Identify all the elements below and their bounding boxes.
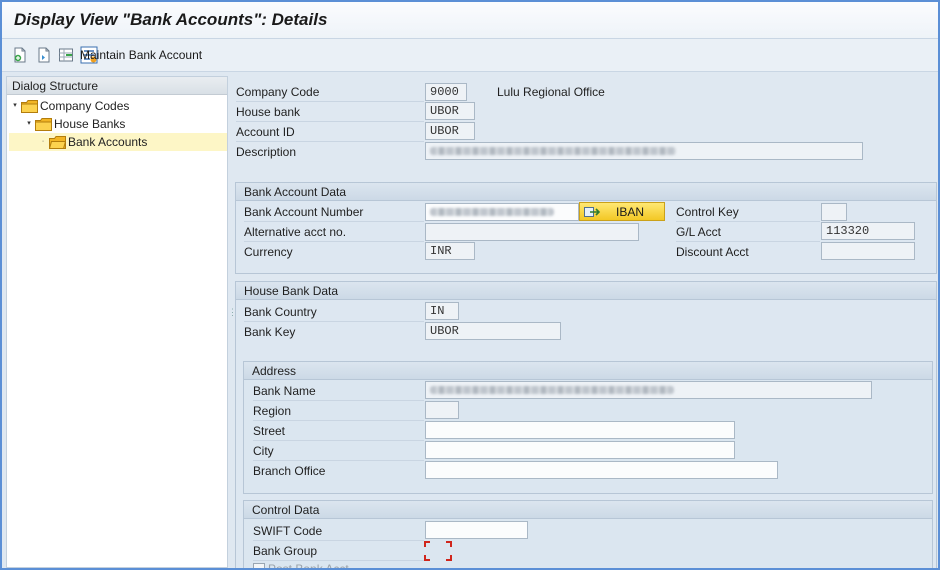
tree-item-label: Bank Accounts	[68, 135, 148, 149]
title-bar: Display View "Bank Accounts": Details	[2, 2, 938, 39]
folder-icon	[35, 117, 52, 131]
branch-office-field[interactable]	[425, 461, 778, 479]
discount-acct-field[interactable]	[821, 242, 915, 260]
currency-field[interactable]: INR	[425, 242, 475, 260]
bank-group-field[interactable]	[424, 541, 452, 561]
currency-label: Currency	[244, 245, 293, 259]
group-title: House Bank Data	[236, 282, 936, 300]
city-label: City	[253, 444, 274, 458]
house-bank-field[interactable]: UBOR	[425, 102, 475, 120]
bank-key-field[interactable]: UBOR	[425, 322, 561, 340]
page-title: Display View "Bank Accounts": Details	[14, 10, 328, 29]
bank-name-label: Bank Name	[253, 384, 316, 398]
application-toolbar: Maintain Bank Account	[2, 39, 938, 72]
copy-as-icon[interactable]	[36, 47, 52, 63]
region-field[interactable]	[425, 401, 459, 419]
company-name-text: Lulu Regional Office	[497, 85, 605, 99]
expand-triangle-icon[interactable]: ▾	[11, 97, 19, 115]
swift-code-label: SWIFT Code	[253, 524, 323, 538]
post-bank-acct-row: Post Bank Acct	[253, 562, 349, 570]
tree-item-bank-accounts[interactable]: · Bank Accounts	[9, 133, 227, 151]
swift-code-field[interactable]	[425, 521, 528, 539]
window-frame: Display View "Bank Accounts": Details Ma…	[0, 0, 940, 570]
bank-group-label: Bank Group	[253, 544, 318, 558]
tree-item-company-codes[interactable]: ▾ Company Codes	[11, 97, 129, 115]
group-title: Control Data	[244, 501, 932, 519]
account-id-label: Account ID	[236, 125, 295, 139]
gl-acct-label: G/L Acct	[676, 225, 721, 239]
post-bank-acct-checkbox[interactable]	[253, 563, 265, 568]
maintain-bank-account-label: Maintain Bank Account	[80, 48, 203, 62]
group-title: Bank Account Data	[236, 183, 936, 201]
bank-account-number-label: Bank Account Number	[244, 205, 364, 219]
region-label: Region	[253, 404, 292, 418]
iban-button-label: IBAN	[615, 204, 644, 219]
folder-icon	[21, 99, 38, 113]
redacted-text	[430, 208, 554, 216]
company-code-label: Company Code	[236, 85, 320, 99]
maintain-bank-account-button[interactable]: Maintain Bank Account	[80, 46, 202, 64]
tree-item-label: Company Codes	[40, 99, 130, 113]
alternative-acct-field[interactable]	[425, 223, 639, 241]
bank-country-field[interactable]: IN	[425, 302, 459, 320]
required-field-marker-icon	[424, 541, 452, 561]
tree-item-label: House Banks	[54, 117, 126, 131]
tree-item-house-banks[interactable]: ▾ House Banks	[25, 115, 125, 133]
street-field[interactable]	[425, 421, 735, 439]
account-id-field[interactable]: UBOR	[425, 122, 475, 140]
bank-country-label: Bank Country	[244, 305, 317, 319]
alternative-acct-label: Alternative acct no.	[244, 225, 347, 239]
group-title: Address	[244, 362, 932, 380]
bank-key-label: Bank Key	[244, 325, 296, 339]
detail-area: Company Code 9000 Lulu Regional Office H…	[230, 76, 938, 570]
iban-button[interactable]: IBAN	[579, 202, 665, 221]
street-label: Street	[253, 424, 286, 438]
bank-name-field[interactable]	[425, 381, 872, 399]
bank-account-number-field[interactable]	[425, 203, 579, 221]
redacted-text	[430, 147, 676, 155]
control-key-label: Control Key	[676, 205, 739, 219]
city-field[interactable]	[425, 441, 735, 459]
control-key-field[interactable]	[821, 203, 847, 221]
house-bank-label: House bank	[236, 105, 301, 119]
discount-acct-label: Discount Acct	[676, 245, 749, 259]
delete-icon[interactable]	[58, 47, 74, 63]
branch-office-label: Branch Office	[253, 464, 326, 478]
description-field[interactable]	[425, 142, 863, 160]
leaf-dot-icon: ·	[41, 138, 45, 145]
iban-arrow-icon	[584, 206, 601, 217]
open-folder-icon	[48, 135, 67, 149]
dialog-structure-pane: Dialog Structure ▾ Company Codes ▾ House…	[6, 76, 228, 568]
description-label: Description	[236, 145, 297, 159]
dialog-structure-header: Dialog Structure	[7, 77, 227, 95]
post-bank-acct-label: Post Bank Acct	[268, 562, 349, 570]
gl-acct-field[interactable]: 113320	[821, 222, 915, 240]
redacted-text	[430, 386, 674, 394]
expand-triangle-icon[interactable]: ▾	[25, 115, 33, 133]
new-entries-icon[interactable]	[12, 47, 28, 63]
company-code-field[interactable]: 9000	[425, 83, 467, 101]
